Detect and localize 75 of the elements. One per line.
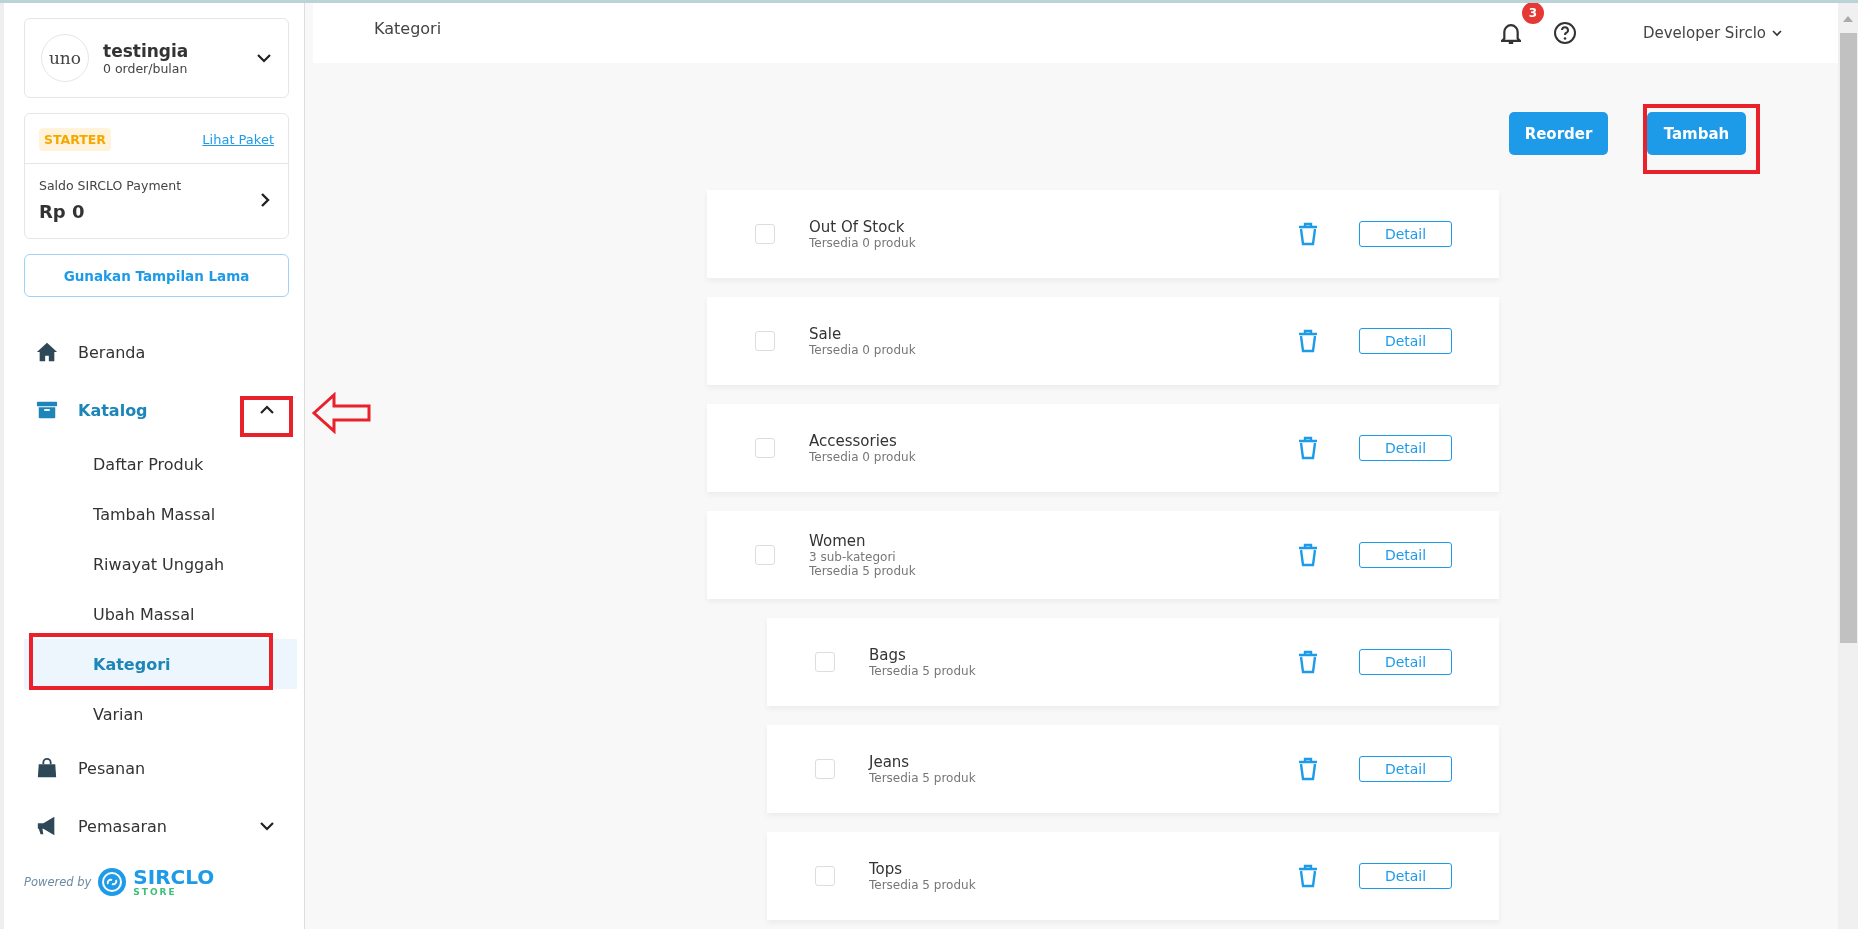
chevron-down-icon[interactable] xyxy=(1772,29,1782,37)
user-menu[interactable]: Developer Sirclo xyxy=(1636,23,1788,43)
page-title: Kategori xyxy=(374,18,443,38)
category-info: Tersedia 5 produk xyxy=(869,664,977,678)
nav-subitem[interactable]: Riwayat Unggah xyxy=(24,539,297,589)
nav-item[interactable]: Katalog xyxy=(24,381,289,439)
powered-by-label: Powered by xyxy=(24,875,92,889)
nav-subitem[interactable]: Ubah Massal xyxy=(24,589,297,639)
nav-item[interactable]: Beranda xyxy=(24,323,289,381)
brand-subtitle: STORE xyxy=(133,887,178,897)
category-name: Bags xyxy=(869,646,907,664)
plan-link[interactable]: Lihat Paket xyxy=(202,132,274,147)
chevron-down-icon[interactable] xyxy=(256,53,272,63)
detail-button[interactable]: Detail xyxy=(1359,863,1452,889)
category-info: Tersedia 0 produk xyxy=(809,450,917,464)
category-info: Tersedia 5 produk xyxy=(809,564,917,578)
arrow-annotation xyxy=(312,392,372,434)
category-info: Tersedia 0 produk xyxy=(809,343,917,357)
trash-icon[interactable] xyxy=(1297,650,1319,674)
category-name: Sale xyxy=(809,325,843,343)
trash-icon[interactable] xyxy=(1297,757,1319,781)
scroll-up-icon[interactable] xyxy=(1843,15,1853,23)
category-info: Tersedia 5 produk xyxy=(869,878,977,892)
old-view-button[interactable]: Gunakan Tampilan Lama xyxy=(24,254,289,297)
trash-icon[interactable] xyxy=(1297,436,1319,460)
checkbox[interactable] xyxy=(755,545,775,565)
category-name: Accessories xyxy=(809,432,898,450)
detail-button[interactable]: Detail xyxy=(1359,221,1452,247)
home-icon xyxy=(36,341,58,363)
trash-icon[interactable] xyxy=(1297,864,1319,888)
order-count: 0 order/bulan xyxy=(103,60,189,76)
nav-subitem[interactable]: Daftar Produk xyxy=(24,439,297,489)
category-name: Tops xyxy=(869,860,904,878)
nav-subitem[interactable]: Varian xyxy=(24,689,297,739)
checkbox[interactable] xyxy=(755,331,775,351)
detail-button[interactable]: Detail xyxy=(1359,649,1452,675)
detail-button[interactable]: Detail xyxy=(1359,756,1452,782)
chevron-down-icon[interactable] xyxy=(259,821,275,831)
chevron-up-icon[interactable] xyxy=(259,405,275,415)
checkbox[interactable] xyxy=(755,224,775,244)
action-button[interactable]: Tambah xyxy=(1647,112,1746,155)
balance-amount: Rp 0 xyxy=(39,201,86,222)
category-info: 3 sub-kategori xyxy=(809,550,897,564)
trash-icon[interactable] xyxy=(1297,543,1319,567)
scrollbar[interactable] xyxy=(1838,3,1858,929)
checkbox[interactable] xyxy=(815,759,835,779)
plan-badge: STARTER xyxy=(39,128,111,151)
help-icon[interactable] xyxy=(1552,21,1577,45)
notification-count: 3 xyxy=(1521,3,1544,24)
nav-subitem[interactable]: Kategori xyxy=(24,639,297,689)
category-info: Tersedia 0 produk xyxy=(809,236,917,250)
checkbox[interactable] xyxy=(815,652,835,672)
nav-item[interactable]: Pesanan xyxy=(24,739,289,797)
detail-button[interactable]: Detail xyxy=(1359,328,1452,354)
nav-subitem[interactable]: Tambah Massal xyxy=(24,489,297,539)
archive-box-icon xyxy=(36,399,58,421)
category-name: Women xyxy=(809,532,867,550)
nav-item[interactable]: Pemasaran xyxy=(24,797,289,855)
detail-button[interactable]: Detail xyxy=(1359,435,1452,461)
detail-button[interactable]: Detail xyxy=(1359,542,1452,568)
brand-name: SIRCLO xyxy=(133,867,216,887)
balance-label: Saldo SIRCLO Payment xyxy=(39,178,183,193)
checkbox[interactable] xyxy=(755,438,775,458)
category-name: Out Of Stock xyxy=(809,218,906,236)
action-button[interactable]: Reorder xyxy=(1509,112,1608,155)
category-name: Jeans xyxy=(869,753,911,771)
chevron-right-icon[interactable] xyxy=(260,192,270,208)
logo-icon xyxy=(97,867,128,897)
store-name: testingia xyxy=(103,40,190,61)
shopping-bag-icon xyxy=(36,757,58,779)
highlight-frame xyxy=(240,396,293,437)
category-info: Tersedia 5 produk xyxy=(869,771,977,785)
trash-icon[interactable] xyxy=(1297,222,1319,246)
trash-icon[interactable] xyxy=(1297,329,1319,353)
checkbox[interactable] xyxy=(815,866,835,886)
